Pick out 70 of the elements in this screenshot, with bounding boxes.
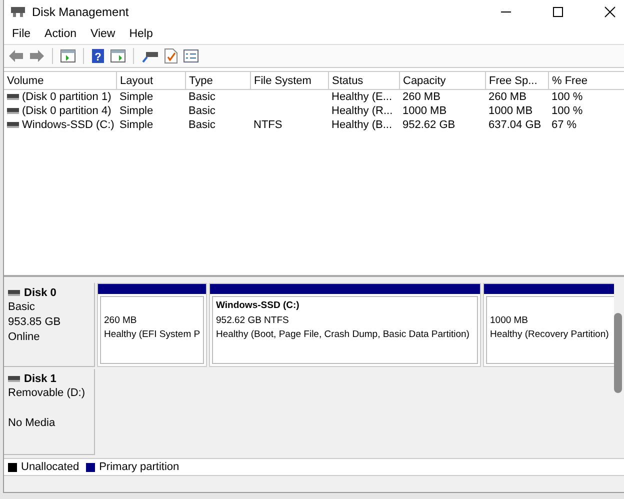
disk-label-panel[interactable]: Disk 0 Basic 953.85 GB Online [4, 283, 95, 367]
menu-item[interactable]: File [12, 28, 31, 40]
table-cell: (Disk 0 partition 1) [22, 91, 112, 103]
partition-block[interactable]: Windows-SSD (C:) 952.62 GB NTFS Healthy (Boot, Page File, Crash Dump, Basic Data Partition) [209, 283, 481, 367]
table-cell: NTFS [254, 119, 282, 131]
table-cell: 1000 MB [402, 105, 447, 117]
disk-status: Online [8, 331, 41, 344]
volume-icon [7, 94, 19, 100]
disk-status: No Media [8, 417, 56, 430]
column-header[interactable]: % Free [548, 72, 624, 90]
partition-info: Healthy (EFI System P [104, 329, 200, 341]
panel-icon[interactable] [110, 49, 126, 63]
disk-info: Removable (D:) [8, 387, 86, 400]
menu-item[interactable]: Action [44, 28, 76, 40]
partition-info: Healthy (Boot, Page File, Crash Dump, Basic Data Partition) [216, 329, 470, 341]
partition-info: 260 MB [104, 315, 138, 327]
table-cell: Windows-SSD (C:) [22, 119, 114, 131]
column-header[interactable]: Layout [116, 72, 186, 90]
legend-label: Unallocated [21, 461, 80, 473]
column-header[interactable]: Status [328, 72, 400, 90]
table-cell: Simple [120, 105, 154, 117]
table-cell: 952.62 GB [402, 119, 456, 131]
table-cell: Basic [188, 91, 216, 103]
table-cell: Healthy (E... [332, 91, 392, 103]
table-cell: 67 % [552, 119, 577, 131]
maximize-icon[interactable] [552, 6, 564, 18]
list-icon[interactable] [183, 49, 199, 63]
panel-icon[interactable] [60, 49, 76, 63]
table-cell: 100 % [552, 91, 583, 103]
table-cell: 1000 MB [488, 105, 533, 117]
table-cell: Healthy (R... [332, 105, 393, 117]
scrollbar-thumb[interactable] [614, 313, 622, 393]
volume-icon [7, 122, 19, 128]
window-title: Disk Management [32, 5, 129, 19]
table-cell: 637.04 GB [488, 119, 542, 131]
help-icon[interactable]: ? [91, 48, 105, 64]
close-icon[interactable] [604, 6, 616, 18]
disk-name: Disk 0 [24, 287, 56, 299]
partition-info: Healthy (Recovery Partition) [490, 329, 610, 341]
partition-info: 1000 MB [490, 315, 530, 327]
menu-item[interactable]: Help [129, 28, 153, 40]
column-header[interactable]: Capacity [400, 72, 486, 90]
table-cell: Basic [188, 105, 216, 117]
column-header[interactable]: File System [250, 72, 328, 90]
disk-info: Basic [8, 301, 36, 314]
forward-arrow-icon[interactable] [29, 49, 45, 63]
table-cell: 100 % [552, 105, 583, 117]
table-cell: 260 MB [402, 91, 440, 103]
table-cell: Healthy (B... [332, 119, 392, 131]
column-header[interactable]: Type [186, 72, 250, 90]
checklist-icon[interactable] [164, 48, 178, 64]
table-cell: Basic [188, 119, 216, 131]
volume-icon [7, 108, 19, 114]
disk-icon [10, 6, 26, 18]
disk-info: 953.85 GB [8, 316, 62, 329]
partition-title: Windows-SSD (C:) [216, 300, 300, 313]
column-header[interactable]: Free Sp... [486, 72, 548, 90]
legend-label: Primary partition [99, 461, 180, 473]
column-header[interactable]: Volume [4, 72, 116, 90]
back-arrow-icon[interactable] [8, 49, 24, 63]
table-cell: Simple [120, 119, 154, 131]
partition-info: 952.62 GB NTFS [216, 315, 290, 327]
disk-name: Disk 1 [24, 373, 56, 385]
partition-block[interactable]: 260 MB Healthy (EFI System P [97, 283, 207, 367]
table-cell: Simple [120, 91, 154, 103]
disk-label-panel[interactable]: Disk 1 Removable (D:) No Media [4, 369, 95, 455]
table-cell: (Disk 0 partition 4) [22, 105, 112, 117]
menu-item[interactable]: View [90, 28, 116, 40]
drive-icon[interactable] [141, 49, 159, 63]
table-cell: 260 MB [488, 91, 526, 103]
